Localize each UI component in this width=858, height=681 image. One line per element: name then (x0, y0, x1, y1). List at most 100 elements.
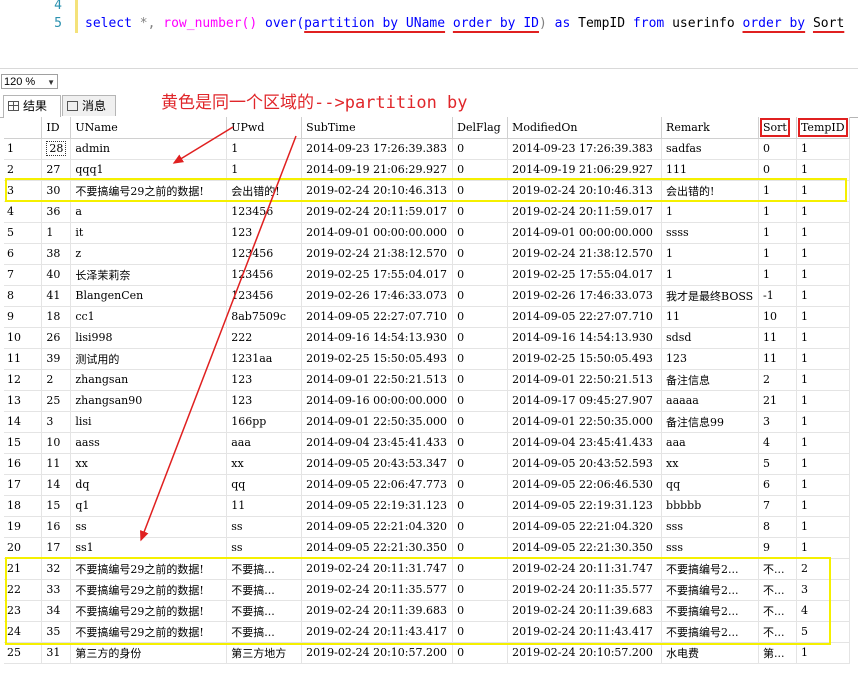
table-row[interactable]: 21 32 不要搞编号29之前的数据! 不要搞... 2019-02-24 20:11:… (4, 558, 851, 580)
chevron-down-icon[interactable]: ▼ (47, 75, 55, 90)
column-header-delflag[interactable]: DelFlag (452, 117, 509, 139)
table-cell[interactable]: 2019-02-25 17:55:04.017 (301, 264, 454, 286)
table-cell[interactable]: 1 (796, 285, 851, 307)
row-number-cell[interactable]: 13 (4, 390, 43, 412)
table-cell[interactable]: 2014-09-05 22:21:04.320 (507, 516, 663, 538)
table-cell[interactable]: 1 (226, 138, 303, 160)
table-cell[interactable]: 1 (796, 516, 851, 538)
table-cell[interactable]: 0 (452, 243, 509, 265)
zoom-select[interactable]: 120 % ▼ (1, 74, 58, 89)
table-cell[interactable]: xx (226, 453, 303, 475)
row-number-cell[interactable]: 9 (4, 306, 43, 328)
table-cell[interactable]: 2 (41, 369, 72, 391)
row-number-cell[interactable]: 1 (4, 138, 43, 160)
table-cell[interactable]: q1 (70, 495, 228, 517)
table-row[interactable]: 12 2 zhangsan 123 2014-09-01 22:50:21.513 0 20… (4, 369, 851, 391)
row-number-cell[interactable]: 17 (4, 474, 43, 496)
table-cell[interactable]: 2019-02-24 20:11:59.017 (507, 201, 663, 223)
table-cell[interactable]: 不要搞编号2... (661, 579, 759, 601)
table-row[interactable]: 3 30 不要搞编号29之前的数据! 会出错的! 2019-02-24 20:10:46… (4, 180, 851, 202)
table-cell[interactable]: 11 (226, 495, 303, 517)
table-cell[interactable]: 9 (758, 537, 797, 559)
table-row[interactable]: 18 15 q1 11 2014-09-05 22:19:31.123 0 2014-09-… (4, 495, 851, 517)
column-header-remark[interactable]: Remark (661, 117, 759, 139)
row-number-cell[interactable]: 18 (4, 495, 43, 517)
table-cell[interactable]: 长泽茉莉奈 (70, 264, 228, 286)
table-cell[interactable]: 18 (41, 306, 72, 328)
table-cell[interactable]: 25 (41, 390, 72, 412)
table-cell[interactable]: bbbbb (661, 495, 759, 517)
table-cell[interactable]: 不要搞编号29之前的数据! (70, 180, 228, 202)
table-cell[interactable]: 不要搞编号29之前的数据! (70, 579, 228, 601)
row-number-cell[interactable]: 21 (4, 558, 43, 580)
table-cell[interactable]: 1 (41, 222, 72, 244)
table-cell[interactable]: 2014-09-04 23:45:41.433 (507, 432, 663, 454)
table-cell[interactable]: 1 (796, 411, 851, 433)
table-cell[interactable]: 不要搞... (226, 558, 303, 580)
table-row[interactable]: 5 1 it 123 2014-09-01 00:00:00.000 0 2014-09-0… (4, 222, 851, 244)
table-cell[interactable]: -1 (758, 285, 797, 307)
sql-code-line[interactable]: select *, row_number() over(partition by… (85, 16, 844, 31)
table-cell[interactable]: 33 (41, 579, 72, 601)
table-row[interactable]: 6 38 z 123456 2019-02-24 21:38:12.570 0 2019-0… (4, 243, 851, 265)
table-cell[interactable]: z (70, 243, 228, 265)
table-cell[interactable]: 2014-09-16 00:00:00.000 (301, 390, 454, 412)
table-row[interactable]: 7 40 长泽茉莉奈 123456 2019-02-25 17:55:04.017 0 20… (4, 264, 851, 286)
table-cell[interactable]: 不... (758, 621, 797, 643)
table-cell[interactable]: 0 (452, 306, 509, 328)
table-cell[interactable]: 3 (41, 411, 72, 433)
table-cell[interactable]: aaa (661, 432, 759, 454)
table-row[interactable]: 23 34 不要搞编号29之前的数据! 不要搞... 2019-02-24 20:11:… (4, 600, 851, 622)
table-cell[interactable]: 0 (452, 600, 509, 622)
column-header-uname[interactable]: UName (70, 117, 228, 139)
table-cell[interactable]: 11 (758, 348, 797, 370)
table-cell[interactable]: 1 (661, 201, 759, 223)
table-cell[interactable]: 0 (452, 453, 509, 475)
table-cell[interactable]: 26 (41, 327, 72, 349)
tab-results[interactable]: 结果 (3, 95, 61, 118)
table-cell[interactable]: BlangenCen (70, 285, 228, 307)
table-cell[interactable]: 34 (41, 600, 72, 622)
table-cell[interactable]: sss (661, 537, 759, 559)
table-row[interactable]: 19 16 ss ss 2014-09-05 22:21:04.320 0 2014-09-… (4, 516, 851, 538)
row-number-cell[interactable]: 20 (4, 537, 43, 559)
table-cell[interactable]: 0 (452, 558, 509, 580)
table-cell[interactable]: 11 (41, 453, 72, 475)
table-cell[interactable]: 2 (758, 369, 797, 391)
table-cell[interactable]: 123 (661, 348, 759, 370)
row-number-cell[interactable]: 12 (4, 369, 43, 391)
table-cell[interactable]: 0 (452, 621, 509, 643)
table-cell[interactable]: 不要搞编号2... (661, 600, 759, 622)
table-cell[interactable]: 1 (796, 642, 851, 664)
table-cell[interactable]: 0 (452, 579, 509, 601)
table-cell[interactable]: 1 (796, 264, 851, 286)
table-cell[interactable]: 123456 (226, 243, 303, 265)
table-cell[interactable]: 第三方地方 (226, 642, 303, 664)
table-cell[interactable]: 2014-09-19 21:06:29.927 (301, 159, 454, 181)
table-cell[interactable]: 2014-09-05 22:27:07.710 (301, 306, 454, 328)
table-cell[interactable]: 123456 (226, 264, 303, 286)
table-cell[interactable]: 2019-02-25 15:50:05.493 (507, 348, 663, 370)
table-cell[interactable]: 0 (452, 285, 509, 307)
table-cell[interactable]: 2014-09-16 14:54:13.930 (301, 327, 454, 349)
table-cell[interactable]: 2014-09-01 22:50:35.000 (507, 411, 663, 433)
table-cell[interactable]: 0 (452, 348, 509, 370)
table-cell[interactable]: 15 (41, 495, 72, 517)
row-number-cell[interactable]: 5 (4, 222, 43, 244)
table-cell[interactable]: 2014-09-05 22:06:47.773 (301, 474, 454, 496)
row-number-cell[interactable]: 23 (4, 600, 43, 622)
table-cell[interactable]: aaa (226, 432, 303, 454)
sql-editor[interactable]: 4 5 select *, row_number() over(partitio… (0, 0, 858, 69)
table-cell[interactable]: 0 (452, 390, 509, 412)
table-cell[interactable]: 会出错的! (226, 180, 303, 202)
table-cell[interactable]: 1 (796, 537, 851, 559)
table-row[interactable]: 8 41 BlangenCen 123456 2019-02-26 17:46:33.0… (4, 285, 851, 307)
row-number-cell[interactable]: 19 (4, 516, 43, 538)
table-row[interactable]: 10 26 lisi998 222 2014-09-16 14:54:13.930 0 20… (4, 327, 851, 349)
table-cell[interactable]: 7 (758, 495, 797, 517)
table-row[interactable]: 25 31 第三方的身份 第三方地方 2019-02-24 20:10:57.200 0 2… (4, 642, 851, 664)
column-header-modifiedon[interactable]: ModifiedOn (507, 117, 663, 139)
table-row[interactable]: 14 3 lisi 166pp 2014-09-01 22:50:35.000 0 2014… (4, 411, 851, 433)
table-cell[interactable]: 0 (452, 159, 509, 181)
table-cell[interactable]: 5 (758, 453, 797, 475)
